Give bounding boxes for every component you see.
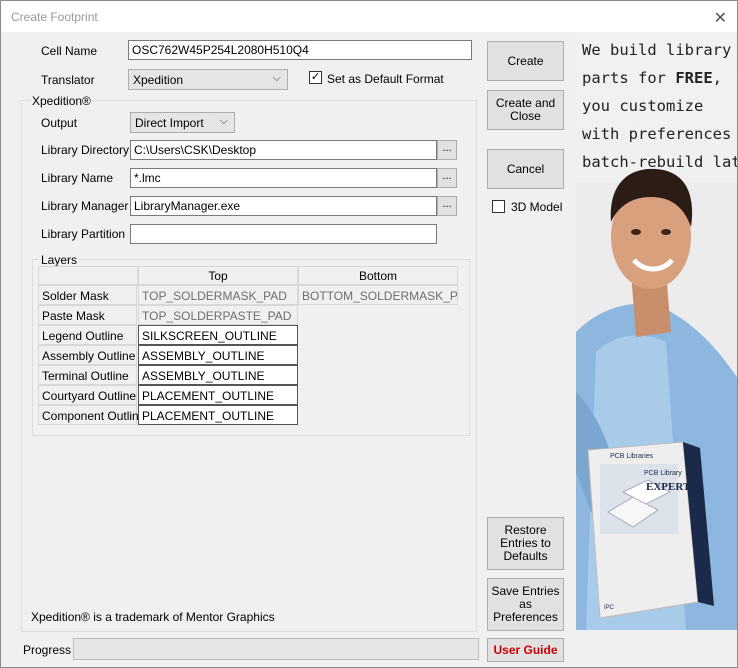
library-name-field[interactable]: *.lmc <box>130 168 437 188</box>
layer-row-header: Assembly Outline <box>38 345 137 365</box>
translator-select-value: Xpedition <box>133 73 184 87</box>
layer-top-cell[interactable]: TOP_SOLDERPASTE_PAD <box>138 305 298 325</box>
column-header-bottom: Bottom <box>298 266 458 285</box>
library-partition-label: Library Partition <box>41 227 126 241</box>
layer-top-cell[interactable]: PLACEMENT_OUTLINE <box>138 405 298 425</box>
library-partition-field[interactable] <box>130 224 437 244</box>
ad-box-footer: IPC <box>604 605 615 611</box>
cell-name-field[interactable]: OSC762W45P254L2080H510Q4 <box>128 40 472 60</box>
cell-name-label: Cell Name <box>41 44 98 58</box>
restore-defaults-button[interactable]: Restore Entries to Defaults <box>487 517 564 570</box>
output-select-value: Direct Import <box>135 116 204 130</box>
layer-top-cell[interactable]: SILKSCREEN_OUTLINE <box>138 325 298 345</box>
progress-label: Progress <box>23 643 72 657</box>
layers-corner-header <box>38 266 138 285</box>
layer-top-cell[interactable]: ASSEMBLY_OUTLINE <box>138 345 298 365</box>
create-and-close-button[interactable]: Create and Close <box>487 90 564 130</box>
layer-top-cell[interactable]: PLACEMENT_OUTLINE <box>138 385 298 405</box>
layer-bottom-cell[interactable]: BOTTOM_SOLDERMASK_PAD <box>298 285 458 305</box>
title-bar: Create Footprint ✕ <box>1 1 737 32</box>
close-icon[interactable]: ✕ <box>714 8 727 28</box>
layer-row-header: Legend Outline <box>38 325 137 345</box>
layer-row-header: Component Outline <box>38 405 145 425</box>
user-guide-button[interactable]: User Guide <box>487 638 564 662</box>
library-name-label: Library Name <box>41 171 114 185</box>
ad-box-brand: PCB Libraries <box>610 453 654 460</box>
output-select[interactable]: Direct Import ⌵ <box>130 112 235 133</box>
advertisement-panel[interactable]: We build library parts for FREE, you cus… <box>576 32 737 630</box>
chevron-down-icon: ⌵ <box>219 115 228 127</box>
save-preferences-button[interactable]: Save Entries as Preferences <box>487 578 564 631</box>
output-label: Output <box>41 116 78 130</box>
trademark-note: Xpedition® is a trademark of Mentor Grap… <box>31 610 275 624</box>
layer-row-header: Solder Mask <box>38 285 137 305</box>
xpedition-group-label: Xpedition® <box>30 94 93 108</box>
translator-label: Translator <box>41 73 95 87</box>
layer-row-header: Terminal Outline <box>38 365 137 385</box>
3d-model-checkbox[interactable] <box>492 200 505 213</box>
browse-library-name-button[interactable]: ... <box>437 168 457 188</box>
3d-model-label: 3D Model <box>511 200 563 214</box>
default-format-checkbox[interactable]: ✓ <box>309 71 322 84</box>
library-directory-field[interactable]: C:\Users\CSK\Desktop <box>130 140 437 160</box>
progress-bar <box>73 638 479 660</box>
browse-library-manager-button[interactable]: ... <box>437 196 457 216</box>
chevron-down-icon: ⌵ <box>272 72 281 84</box>
window-title: Create Footprint <box>11 10 98 24</box>
layer-top-cell[interactable]: TOP_SOLDERMASK_PAD <box>138 285 298 305</box>
layer-row-header: Paste Mask <box>38 305 137 325</box>
create-button[interactable]: Create <box>487 41 564 81</box>
layers-group-label: Layers <box>39 253 80 267</box>
ad-box-title: PCB Library <box>644 470 682 477</box>
layer-top-cell[interactable]: ASSEMBLY_OUTLINE <box>138 365 298 385</box>
library-manager-label: Library Manager <box>41 199 129 213</box>
layer-row-header: Courtyard Outline <box>38 385 137 405</box>
library-manager-field[interactable]: LibraryManager.exe <box>130 196 437 216</box>
create-footprint-window: Create Footprint ✕ Cell Name OSC762W45P2… <box>0 0 738 668</box>
cancel-button[interactable]: Cancel <box>487 149 564 189</box>
default-format-label: Set as Default Format <box>327 72 444 86</box>
column-header-top: Top <box>138 266 298 285</box>
ad-illustration: PCB Libraries PCB Library EXPERT IPC <box>576 168 737 630</box>
library-directory-label: Library Directory <box>41 143 130 157</box>
ad-box-product: EXPERT <box>646 481 691 493</box>
browse-directory-button[interactable]: ... <box>437 140 457 160</box>
translator-select[interactable]: Xpedition ⌵ <box>128 69 288 90</box>
